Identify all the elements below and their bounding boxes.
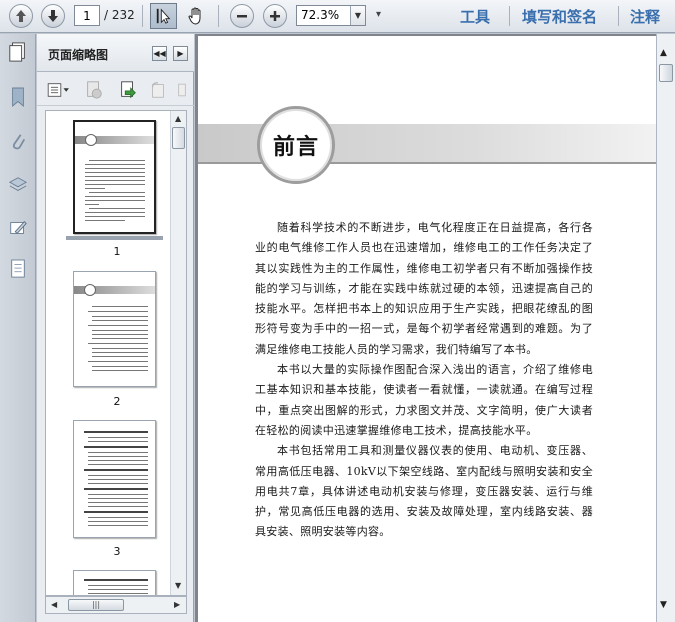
scroll-down-icon[interactable]: ▼: [660, 600, 667, 610]
chevron-down-icon: ▼: [354, 11, 362, 20]
insert-page-icon: [121, 81, 136, 99]
page-icon: [11, 259, 25, 278]
chapter-title-badge: 前言: [257, 106, 335, 184]
page-number-input[interactable]: [74, 5, 100, 26]
scroll-right-icon[interactable]: ▶: [174, 600, 180, 609]
delete-page-button[interactable]: [83, 79, 105, 101]
scroll-left-icon[interactable]: ◀: [51, 600, 57, 609]
toolbar: / 232 72.3% ▼ ▾ 工具 填写和签名 注释: [0, 0, 675, 33]
attachments-panel-button[interactable]: [6, 129, 30, 155]
document-vertical-scrollbar[interactable]: ▲ ▼: [656, 34, 675, 622]
paragraph: 本书包括常用工具和测量仪器仪表的使用、电动机、变压器、常用高低压电器、10kV以…: [255, 444, 593, 539]
zoom-select[interactable]: 72.3% ▼: [296, 5, 366, 26]
panel-title: 页面缩略图: [48, 48, 109, 62]
link-separator: [618, 6, 619, 26]
thumbnail-page-1[interactable]: [73, 120, 156, 234]
thumbnail-page-3[interactable]: [73, 420, 156, 538]
layers-icon: [8, 177, 28, 191]
rotate-icon: [151, 82, 164, 98]
scroll-up-icon[interactable]: ▲: [175, 114, 181, 123]
thumbnail-label: 3: [113, 545, 121, 558]
print-icon: [178, 83, 186, 97]
chevron-right-icon: ▶: [177, 49, 184, 58]
thumbnail-vertical-scrollbar[interactable]: ▲ ▼: [170, 111, 186, 595]
zoom-out-icon: [237, 15, 247, 18]
hand-tool-button[interactable]: [182, 3, 209, 29]
next-page-button[interactable]: [41, 4, 65, 28]
thumbnail-label: 1: [113, 245, 121, 258]
delete-page-icon: [87, 81, 102, 99]
scroll-up-icon[interactable]: ▲: [660, 48, 667, 58]
previous-page-icon: [16, 10, 26, 22]
attachment-icon: [12, 134, 26, 150]
panel-toolbar: [37, 73, 194, 106]
zoom-dropdown-button[interactable]: ▼: [350, 6, 365, 25]
expand-panel-button[interactable]: ▶: [173, 46, 188, 61]
document-body: 随着科学技术的不断进步，电气化程度正在日益提高，各行各业的电气维修工作人员也在迅…: [255, 218, 593, 543]
toolbar-separator: [218, 5, 219, 27]
zoom-out-button[interactable]: [230, 4, 254, 28]
select-tool-icon: [156, 8, 170, 24]
select-tool-button[interactable]: [150, 3, 177, 29]
thumbnail-page-2[interactable]: [73, 271, 156, 387]
zoom-value: 72.3%: [301, 8, 340, 22]
signatures-panel-button[interactable]: [6, 215, 30, 241]
options-icon: [47, 83, 69, 97]
bookmark-icon: [12, 87, 24, 107]
panel-header: 页面缩略图 ◀◀ ▶: [37, 34, 194, 72]
insert-page-button[interactable]: [117, 79, 139, 101]
toolbar-separator: [142, 5, 143, 27]
paragraph: 本书以大量的实际操作图配合深入浅出的语言，介绍了维修电工基本知识和基本技能，使读…: [255, 363, 593, 437]
comment-link[interactable]: 注释: [630, 6, 660, 27]
chapter-title: 前言: [272, 135, 319, 160]
signature-icon: [10, 220, 27, 235]
hand-tool-icon: [187, 7, 200, 25]
scrollbar-thumb[interactable]: [659, 64, 673, 82]
current-view-indicator: [66, 236, 163, 240]
print-page-button[interactable]: [175, 79, 189, 101]
paragraph: 随着科学技术的不断进步，电气化程度正在日益提高，各行各业的电气维修工作人员也在迅…: [255, 221, 593, 356]
link-separator: [509, 6, 510, 26]
double-chevron-left-icon: ◀◀: [153, 49, 166, 58]
document-page: 前言 随着科学技术的不断进步，电气化程度正在日益提高，各行各业的电气维修工作人员…: [198, 36, 656, 622]
previous-page-button[interactable]: [9, 4, 33, 28]
navigation-rail: [0, 34, 36, 622]
thumbnail-horizontal-scrollbar[interactable]: ◀ ||| ▶: [45, 596, 187, 614]
pdf-reader-window: / 232 72.3% ▼ ▾ 工具 填写和签名 注释: [0, 0, 675, 622]
rotate-page-button[interactable]: [147, 79, 169, 101]
pages-panel-button[interactable]: [6, 39, 30, 65]
scrollbar-thumb[interactable]: [172, 127, 185, 149]
document-viewport[interactable]: 前言 随着科学技术的不断进步，电气化程度正在日益提高，各行各业的电气维修工作人员…: [195, 34, 656, 622]
page-total-label: / 232: [104, 8, 135, 22]
zoom-in-button[interactable]: [263, 4, 287, 28]
page-thumbnails-panel: 页面缩略图 ◀◀ ▶ 1 2 3 ▲ ▼ ◀ ||| ▶: [37, 34, 194, 622]
thumbnail-list[interactable]: 1 2 3 ▲ ▼: [45, 110, 187, 596]
scrollbar-thumb[interactable]: |||: [68, 599, 124, 611]
next-page-icon: [48, 10, 58, 22]
tools-link[interactable]: 工具: [460, 6, 490, 27]
zoom-in-icon: [270, 11, 280, 21]
collapse-panel-button[interactable]: ◀◀: [152, 46, 167, 61]
more-tools-icon[interactable]: ▾: [376, 9, 381, 20]
fill-sign-link[interactable]: 填写和签名: [522, 6, 597, 27]
scroll-down-icon[interactable]: ▼: [175, 581, 181, 590]
thumbnail-page-4[interactable]: [73, 570, 156, 595]
thumbnail-label: 2: [113, 395, 121, 408]
pages-icon: [9, 42, 25, 62]
options-menu-button[interactable]: [45, 79, 73, 101]
bookmarks-panel-button[interactable]: [6, 84, 30, 110]
content-panel-button[interactable]: [6, 256, 30, 282]
layers-panel-button[interactable]: [6, 172, 30, 198]
